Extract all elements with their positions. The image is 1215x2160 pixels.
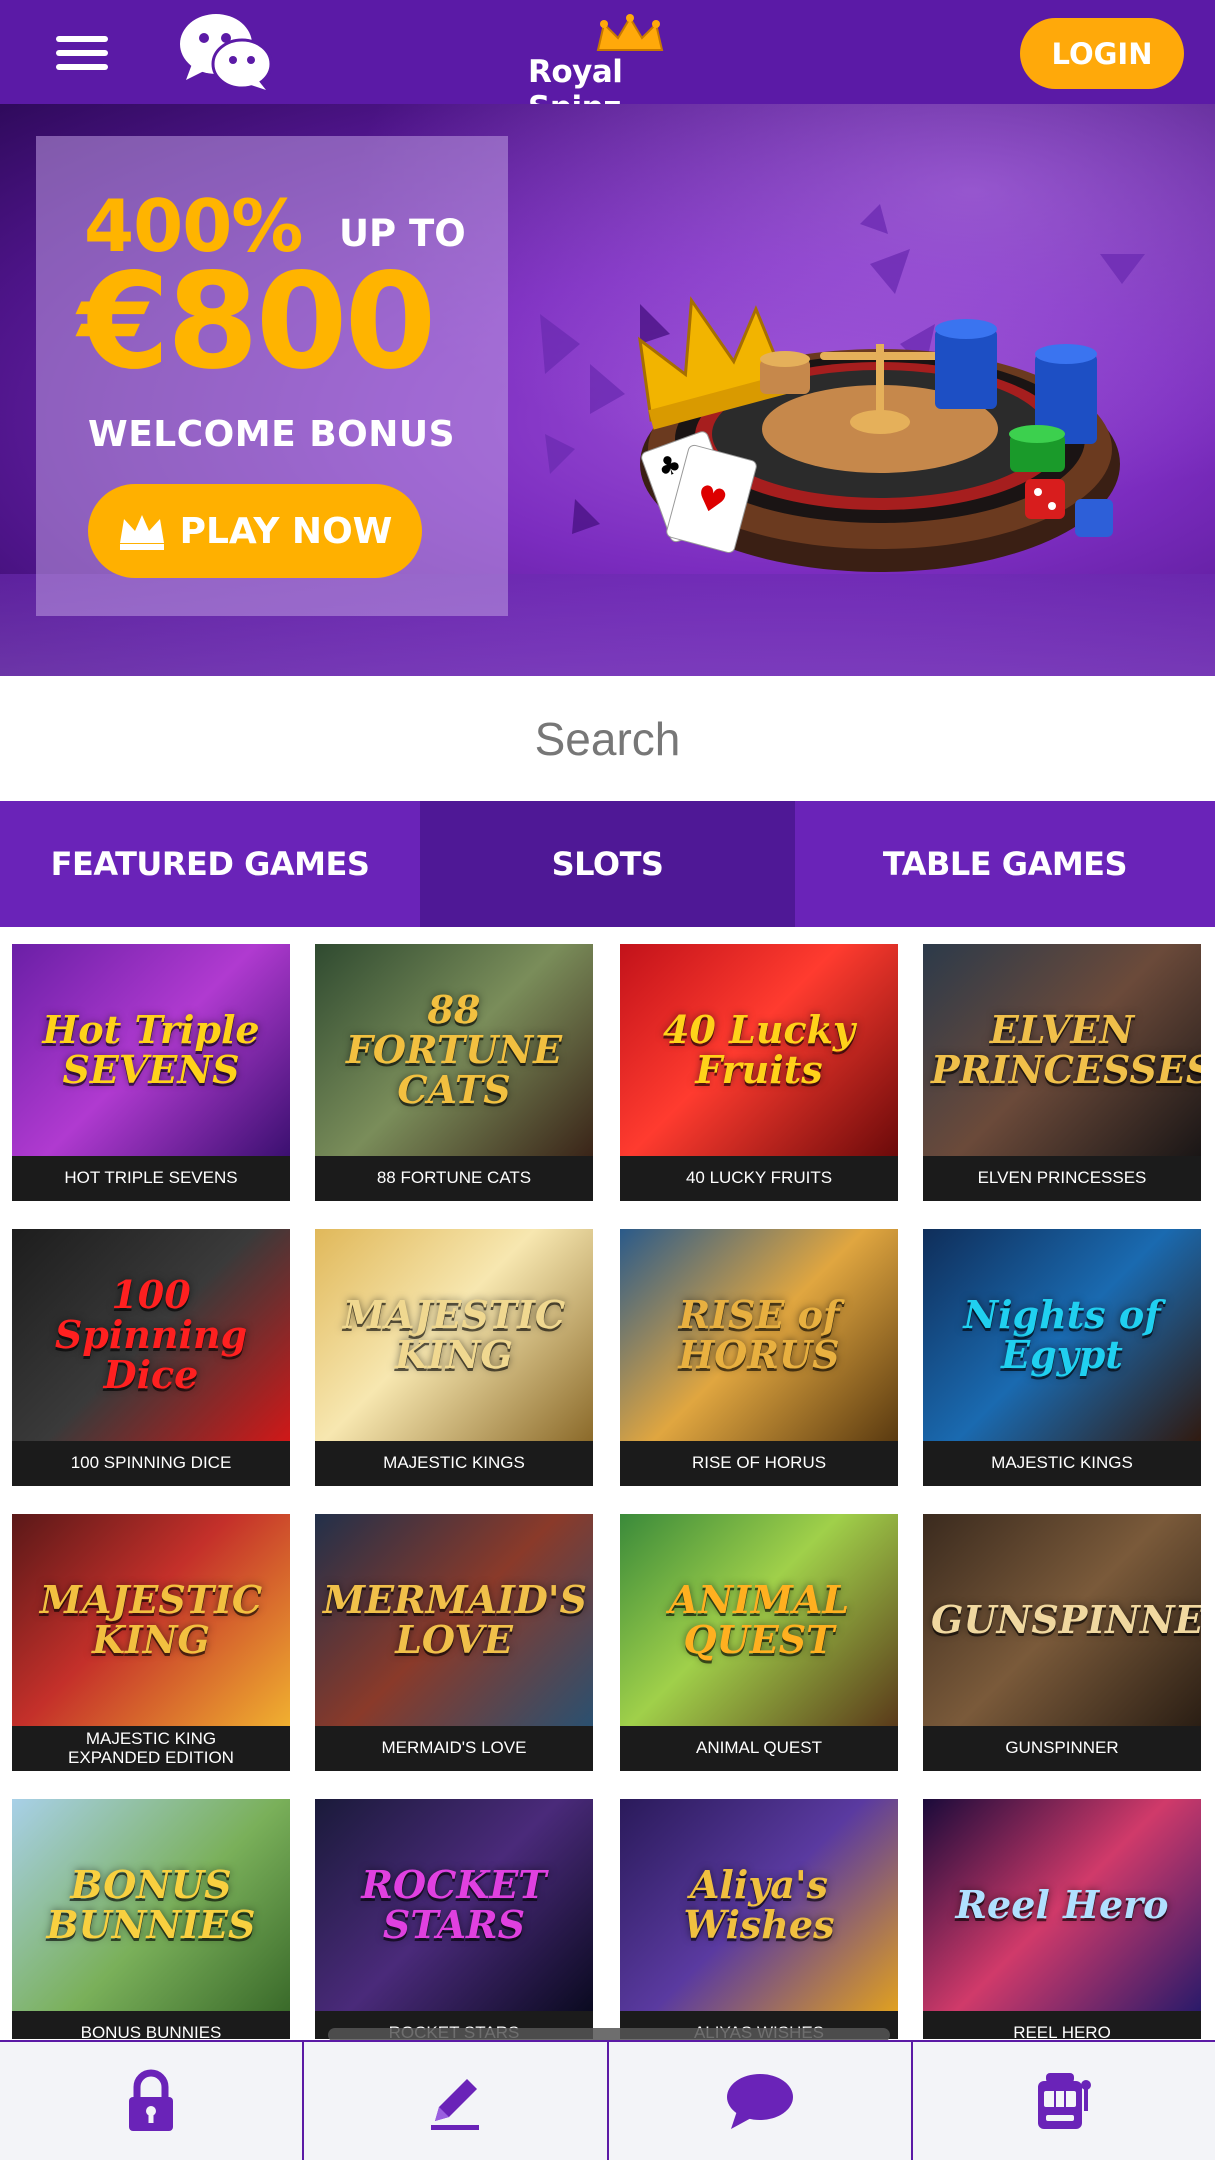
game-art-title: 40 Lucky Fruits: [662, 1007, 855, 1092]
game-thumbnail[interactable]: ANIMAL QUEST: [620, 1514, 898, 1726]
game-art-title: Aliya's Wishes: [683, 1862, 835, 1947]
game-art-title: Nights of Egypt: [963, 1292, 1161, 1377]
game-art-title: MAJESTIC KING: [39, 1577, 263, 1662]
promo-welcome-bonus: WELCOME BONUS: [88, 414, 456, 455]
game-tile[interactable]: GUNSPINNER GUNSPINNER: [923, 1514, 1201, 1771]
play-now-button[interactable]: PLAY NOW: [88, 484, 422, 578]
game-tile[interactable]: ANIMAL QUEST ANIMAL QUEST: [620, 1514, 898, 1771]
game-thumbnail[interactable]: Nights of Egypt: [923, 1229, 1201, 1441]
tab-slots[interactable]: SLOTS: [420, 801, 795, 927]
game-thumbnail[interactable]: Reel Hero: [923, 1799, 1201, 2011]
game-tile[interactable]: BONUS BUNNIES BONUS BUNNIES: [12, 1799, 290, 2039]
game-tile[interactable]: MAJESTIC KING MAJESTIC KINGS: [315, 1229, 593, 1486]
chat-bubble-icon: [726, 2074, 793, 2129]
wechat-icon[interactable]: [178, 12, 273, 90]
hamburger-menu-icon[interactable]: [56, 36, 108, 70]
game-tile[interactable]: 88 FORTUNE CATS 88 FORTUNE CATS: [315, 944, 593, 1201]
bottom-navigation: [0, 2040, 1215, 2160]
slot-machine-icon: [1037, 2073, 1091, 2129]
game-tile[interactable]: 100 Spinning Dice 100 SPINNING DICE: [12, 1229, 290, 1486]
game-thumbnail[interactable]: MAJESTIC KING: [12, 1514, 290, 1726]
game-tile[interactable]: MERMAID'S LOVE MERMAID'S LOVE: [315, 1514, 593, 1771]
game-caption: 40 LUCKY FRUITS: [620, 1156, 898, 1201]
tab-table-games[interactable]: TABLE GAMES: [795, 801, 1215, 927]
game-tile[interactable]: 40 Lucky Fruits 40 LUCKY FRUITS: [620, 944, 898, 1201]
game-thumbnail[interactable]: GUNSPINNER: [923, 1514, 1201, 1726]
game-thumbnail[interactable]: BONUS BUNNIES: [12, 1799, 290, 2011]
crown-logo-icon: [596, 14, 664, 51]
game-caption: BONUS BUNNIES: [12, 2011, 290, 2039]
game-art-title: ANIMAL QUEST: [668, 1577, 850, 1662]
game-tile[interactable]: Aliya's WishesALIYAS WISHES: [620, 1799, 898, 2039]
game-art-title: ELVEN PRINCESSES: [931, 1007, 1201, 1092]
search-input[interactable]: [0, 676, 1215, 801]
game-caption: 88 FORTUNE CATS: [315, 1156, 593, 1201]
game-thumbnail[interactable]: 100 Spinning Dice: [12, 1229, 290, 1441]
game-thumbnail[interactable]: Aliya's Wishes: [620, 1799, 898, 2011]
nav-login[interactable]: [0, 2042, 305, 2160]
game-caption: MAJESTIC KINGS: [315, 1441, 593, 1486]
game-thumbnail[interactable]: Hot Triple SEVENS: [12, 944, 290, 1156]
game-thumbnail[interactable]: ROCKET STARS: [315, 1799, 593, 2011]
game-tile[interactable]: RISE of HORUS RISE OF HORUS: [620, 1229, 898, 1486]
game-caption: HOT TRIPLE SEVENS: [12, 1156, 290, 1201]
game-thumbnail[interactable]: MAJESTIC KING: [315, 1229, 593, 1441]
game-tile[interactable]: ELVEN PRINCESSES ELVEN PRINCESSES: [923, 944, 1201, 1201]
crown-icon: [119, 515, 164, 550]
promo-amount: €800: [78, 245, 436, 399]
game-art-title: MAJESTIC KING: [342, 1292, 566, 1377]
game-art-title: 100 Spinning Dice: [54, 1272, 248, 1397]
tab-featured-games[interactable]: FEATURED GAMES: [0, 801, 420, 927]
nav-live-chat[interactable]: [609, 2042, 913, 2160]
game-caption: MAJESTIC KINGS: [923, 1441, 1201, 1486]
promo-banner[interactable]: ♣ ♥ 400% UP TO €800 WELCOME BONUS PLAY N…: [0, 104, 1215, 676]
game-caption: 100 SPINNING DICE: [12, 1441, 290, 1486]
games-grid: Hot Triple SEVENS HOT TRIPLE SEVENS 88 FOR…: [0, 927, 1215, 2039]
game-caption: ELVEN PRINCESSES: [923, 1156, 1201, 1201]
game-thumbnail[interactable]: 40 Lucky Fruits: [620, 944, 898, 1156]
game-art-title: GUNSPINNER: [931, 1597, 1201, 1643]
game-thumbnail[interactable]: MERMAID'S LOVE: [315, 1514, 593, 1726]
game-thumbnail[interactable]: 88 FORTUNE CATS: [315, 944, 593, 1156]
game-thumbnail[interactable]: RISE of HORUS: [620, 1229, 898, 1441]
game-art-title: 88 FORTUNE CATS: [345, 987, 563, 1112]
game-caption: GUNSPINNER: [923, 1726, 1201, 1771]
game-tile[interactable]: Hot Triple SEVENS HOT TRIPLE SEVENS: [12, 944, 290, 1201]
login-button[interactable]: LOGIN: [1020, 18, 1184, 89]
game-thumbnail[interactable]: ELVEN PRINCESSES: [923, 944, 1201, 1156]
nav-register[interactable]: [304, 2042, 609, 2160]
game-art-title: RISE of HORUS: [678, 1292, 840, 1377]
game-art-title: ROCKET STARS: [361, 1862, 547, 1947]
pencil-icon: [431, 2079, 480, 2130]
game-tile[interactable]: ROCKET STARSROCKET STARS: [315, 1799, 593, 2039]
game-caption: ANIMAL QUEST: [620, 1726, 898, 1771]
game-art-title: MERMAID'S LOVE: [323, 1577, 587, 1662]
category-tabs: FEATURED GAMES SLOTS TABLE GAMES: [0, 801, 1215, 927]
game-tile[interactable]: Nights of Egypt MAJESTIC KINGS: [923, 1229, 1201, 1486]
game-caption: MAJESTIC KING EXPANDED EDITION: [12, 1726, 290, 1771]
game-caption: RISE OF HORUS: [620, 1441, 898, 1486]
game-art-title: BONUS BUNNIES: [46, 1862, 256, 1947]
game-art-title: Reel Hero: [955, 1882, 1169, 1928]
game-tile[interactable]: Reel Hero REEL HERO: [923, 1799, 1201, 2039]
top-header: Royal Spinz LOGIN: [0, 0, 1215, 126]
game-caption: MERMAID'S LOVE: [315, 1726, 593, 1771]
game-caption: REEL HERO: [923, 2011, 1201, 2039]
play-now-label: PLAY NOW: [179, 510, 393, 552]
promo-box: 400% UP TO €800 WELCOME BONUS PLAY NOW: [36, 136, 508, 616]
game-art-title: Hot Triple SEVENS: [42, 1007, 260, 1092]
royal-spinz-logo[interactable]: Royal Spinz: [522, 14, 698, 126]
lock-icon: [129, 2069, 174, 2131]
nav-games[interactable]: [913, 2042, 1215, 2160]
game-tile[interactable]: MAJESTIC KING MAJESTIC KING EXPANDED EDIT…: [12, 1514, 290, 1771]
